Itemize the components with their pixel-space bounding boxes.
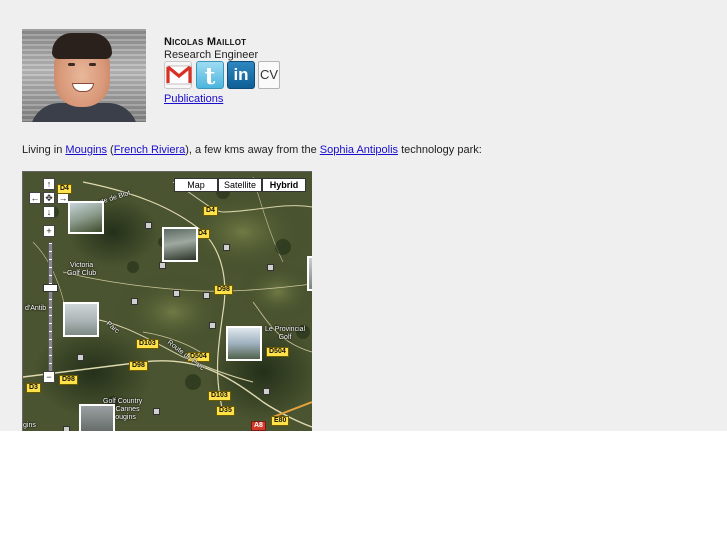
profile-photo bbox=[22, 29, 146, 122]
cv-icon[interactable]: CV bbox=[258, 61, 280, 89]
road-label: E80 bbox=[271, 416, 290, 426]
map-marker[interactable] bbox=[263, 388, 270, 395]
profile-role: Research Engineer bbox=[164, 49, 259, 61]
intro-prefix: Living in bbox=[22, 144, 66, 156]
map-type-map-button[interactable]: Map bbox=[174, 178, 218, 192]
pan-left-icon[interactable]: ← bbox=[29, 192, 41, 204]
pan-up-icon[interactable]: ↑ bbox=[43, 178, 55, 190]
photo-thumbnail[interactable] bbox=[226, 326, 262, 361]
intro-middle: ), a few kms away from the bbox=[185, 144, 320, 156]
map-marker[interactable] bbox=[63, 426, 70, 431]
french-riviera-link[interactable]: French Riviera bbox=[114, 144, 186, 156]
photo-thumbnail[interactable] bbox=[79, 404, 115, 431]
mougins-link[interactable]: Mougins bbox=[65, 144, 107, 156]
map-marker[interactable] bbox=[131, 298, 138, 305]
photo-thumbnail[interactable] bbox=[307, 256, 312, 291]
photo-thumbnail[interactable] bbox=[63, 302, 99, 337]
road-label: D35 bbox=[216, 406, 235, 416]
road-label: D3 bbox=[26, 383, 41, 393]
road-label: D98 bbox=[129, 361, 148, 371]
map-marker[interactable] bbox=[159, 262, 166, 269]
map-marker[interactable] bbox=[153, 408, 160, 415]
road-label: D4 bbox=[203, 206, 218, 216]
map-marker[interactable] bbox=[77, 354, 84, 361]
zoom-in-icon[interactable]: + bbox=[43, 225, 55, 237]
place-label: d'Antib bbox=[25, 305, 47, 312]
map-marker[interactable] bbox=[209, 322, 216, 329]
road-label: D98 bbox=[59, 375, 78, 385]
intro-suffix: technology park: bbox=[398, 144, 482, 156]
intro-paren: ( bbox=[107, 144, 114, 156]
linkedin-icon[interactable]: in bbox=[227, 61, 255, 89]
road-label: D103 bbox=[136, 339, 159, 349]
photo-thumbnail[interactable] bbox=[68, 201, 104, 234]
map-marker[interactable] bbox=[145, 222, 152, 229]
zoom-slider-handle[interactable] bbox=[43, 284, 58, 292]
cv-glyph: CV bbox=[259, 67, 279, 82]
twitter-glyph: t bbox=[204, 63, 216, 90]
zoom-slider-track[interactable] bbox=[48, 242, 53, 374]
intro-text: Living in Mougins (French Riviera), a fe… bbox=[22, 144, 482, 156]
place-label: Le Provincial Golf bbox=[265, 326, 306, 341]
gmail-icon[interactable] bbox=[164, 61, 192, 89]
map-marker[interactable] bbox=[173, 290, 180, 297]
place-label: Victoria Golf Club bbox=[67, 262, 97, 277]
road-label: D4 bbox=[57, 184, 72, 194]
photo-thumbnail[interactable] bbox=[162, 227, 198, 262]
pan-down-icon[interactable]: ↓ bbox=[43, 206, 55, 218]
linkedin-glyph: in bbox=[233, 65, 249, 84]
map-type-satellite-button[interactable]: Satellite bbox=[218, 178, 262, 192]
pan-center-icon[interactable]: ✥ bbox=[43, 192, 55, 204]
road-label: A8 bbox=[251, 421, 266, 431]
profile-name: Nicolas Maillot bbox=[164, 36, 247, 48]
road-label: D98 bbox=[214, 285, 233, 295]
map-marker[interactable] bbox=[223, 244, 230, 251]
map-marker[interactable] bbox=[203, 292, 210, 299]
sophia-antipolis-link[interactable]: Sophia Antipolis bbox=[320, 144, 398, 156]
road-label: D504 bbox=[266, 347, 289, 357]
map-marker[interactable] bbox=[267, 264, 274, 271]
publications-link[interactable]: Publications bbox=[164, 93, 223, 105]
page-body: Nicolas Maillot Research Engineer t in C… bbox=[0, 0, 727, 431]
map-type-hybrid-button[interactable]: Hybrid bbox=[262, 178, 306, 192]
twitter-icon[interactable]: t bbox=[196, 61, 224, 90]
zoom-out-icon[interactable]: − bbox=[43, 371, 55, 383]
embedded-map[interactable]: Map Satellite Hybrid ↑ ← ✥ → ↓ + − D4 D4… bbox=[22, 171, 312, 431]
road-label: D103 bbox=[208, 391, 231, 401]
place-label: gins bbox=[23, 422, 36, 429]
